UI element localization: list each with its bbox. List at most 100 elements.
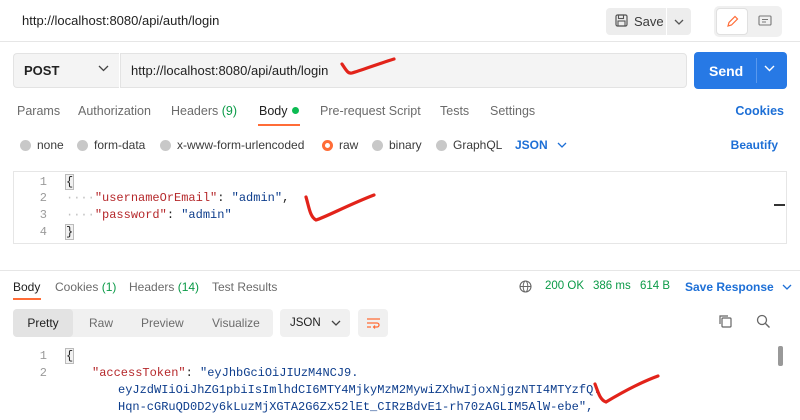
response-cookies-count: (1) (101, 280, 117, 294)
tab-authorization[interactable]: Authorization (78, 104, 151, 118)
line-number: 3 (39, 208, 47, 222)
response-format-select[interactable]: JSON (280, 309, 350, 337)
chevron-down-icon (557, 142, 567, 148)
chevron-down-icon (331, 320, 341, 326)
globe-icon[interactable] (519, 280, 532, 296)
radio-urlencoded[interactable]: x-www-form-urlencoded (160, 138, 304, 152)
line-number: 1 (39, 175, 47, 189)
edit-button[interactable] (716, 8, 748, 35)
radio-dot (77, 139, 88, 151)
wrap-lines-button[interactable] (358, 309, 388, 337)
response-size[interactable]: 614 B (640, 280, 670, 292)
radio-dot (436, 139, 447, 151)
method-label: POST (24, 63, 60, 78)
json-value: "admin" (231, 191, 283, 205)
radio-form-data[interactable]: form-data (77, 138, 145, 152)
response-tab-test-results[interactable]: Test Results (212, 280, 277, 294)
view-raw[interactable]: Raw (89, 316, 113, 330)
view-pretty[interactable]: Pretty (13, 309, 73, 337)
chevron-down-icon (98, 65, 109, 72)
save-response-label: Save Response (685, 280, 774, 294)
radio-graphql-label: GraphQL (453, 138, 503, 152)
response-headers-label: Headers (129, 280, 175, 294)
json-key: "usernameOrEmail" (94, 191, 218, 205)
radio-dot (372, 139, 383, 151)
headers-count: (9) (221, 104, 238, 118)
save-button[interactable]: Save (606, 8, 666, 35)
response-line-1: { (64, 348, 75, 364)
tab-settings[interactable]: Settings (490, 104, 535, 118)
wrap-lines-icon (366, 318, 380, 329)
beautify-link[interactable]: Beautify (731, 138, 778, 152)
code-line-1: { (64, 174, 75, 190)
editor-cursor-marker (774, 204, 785, 206)
line-number: 2 (39, 366, 47, 380)
cookies-link[interactable]: Cookies (735, 104, 784, 118)
body-format-select[interactable]: JSON (515, 138, 567, 152)
method-select[interactable]: POST (13, 53, 119, 88)
radio-raw-label: raw (339, 138, 359, 152)
chevron-down-icon (674, 19, 684, 25)
radio-none[interactable]: none (20, 138, 64, 152)
response-line-2: "accessToken": "eyJhbGciOiJIUzM4NCJ9. (92, 366, 359, 380)
save-response-button[interactable]: Save Response (685, 280, 792, 294)
code-line-2: ····"usernameOrEmail": "admin", (66, 191, 290, 205)
tab-params[interactable]: Params (17, 104, 60, 118)
view-visualize[interactable]: Visualize (212, 316, 260, 330)
response-tab-body[interactable]: Body (13, 280, 40, 294)
json-value: "admin" (181, 208, 232, 222)
tab-headers[interactable]: Headers (9) (171, 104, 237, 118)
radio-dot-selected (322, 139, 333, 151)
response-headers-count: (14) (177, 280, 200, 294)
response-scrollbar[interactable] (778, 346, 783, 366)
response-time[interactable]: 386 ms (593, 280, 631, 292)
tab-prerequest-script[interactable]: Pre-request Script (320, 104, 421, 118)
checkmark-annotation (593, 374, 660, 404)
json-key: "accessToken" (92, 366, 186, 380)
chevron-down-icon (782, 284, 792, 290)
code-line-3: ····"password": "admin" (66, 208, 232, 222)
search-icon[interactable] (756, 314, 771, 332)
pencil-icon (726, 15, 738, 27)
response-tab-headers[interactable]: Headers (14) (129, 280, 199, 294)
json-key: "password" (94, 208, 167, 222)
radio-binary-label: binary (389, 138, 422, 152)
comments-button[interactable] (750, 8, 780, 35)
json-comma: , (282, 191, 290, 205)
code-line-4: } (64, 224, 75, 240)
save-icon (615, 13, 628, 30)
comment-icon (758, 15, 772, 26)
body-indicator-dot (291, 107, 299, 114)
chevron-down-icon (764, 65, 775, 72)
radio-form-data-label: form-data (94, 138, 146, 152)
line-number: 1 (39, 349, 47, 363)
line-number: 2 (39, 191, 47, 205)
response-tab-cookies[interactable]: Cookies (1) (55, 280, 116, 294)
active-tab-underline (258, 124, 300, 126)
tab-tests[interactable]: Tests (440, 104, 469, 118)
status-code[interactable]: 200 OK (545, 280, 584, 292)
radio-none-label: none (37, 138, 64, 152)
send-button[interactable]: Send (694, 52, 787, 89)
radio-graphql[interactable]: GraphQL (436, 138, 502, 152)
save-label: Save (634, 14, 664, 29)
response-format-label: JSON (290, 317, 321, 329)
radio-dot (160, 139, 171, 151)
view-preview[interactable]: Preview (141, 316, 184, 330)
url-input[interactable]: http://localhost:8080/api/auth/login (120, 53, 687, 88)
open-brace: { (64, 174, 75, 190)
radio-raw[interactable]: raw (322, 138, 358, 152)
save-options-chevron[interactable] (667, 8, 691, 35)
tab-body-label: Body (259, 104, 288, 118)
json-value: "eyJhbGciOiJIUzM4NCJ9. (200, 366, 359, 380)
body-format-label: JSON (515, 138, 548, 152)
pane-divider[interactable] (0, 270, 800, 271)
copy-icon[interactable] (718, 314, 733, 332)
response-cookies-label: Cookies (55, 280, 99, 294)
radio-urlencoded-label: x-www-form-urlencoded (177, 138, 305, 152)
token-continuation: eyJzdWIiOiJhZG1pbiIsImlhdCI6MTY4MjkyMzM2… (118, 383, 601, 397)
close-brace: } (64, 224, 75, 240)
tab-body[interactable]: Body (259, 104, 299, 118)
request-title[interactable]: http://localhost:8080/api/auth/login (22, 13, 219, 28)
radio-binary[interactable]: binary (372, 138, 422, 152)
